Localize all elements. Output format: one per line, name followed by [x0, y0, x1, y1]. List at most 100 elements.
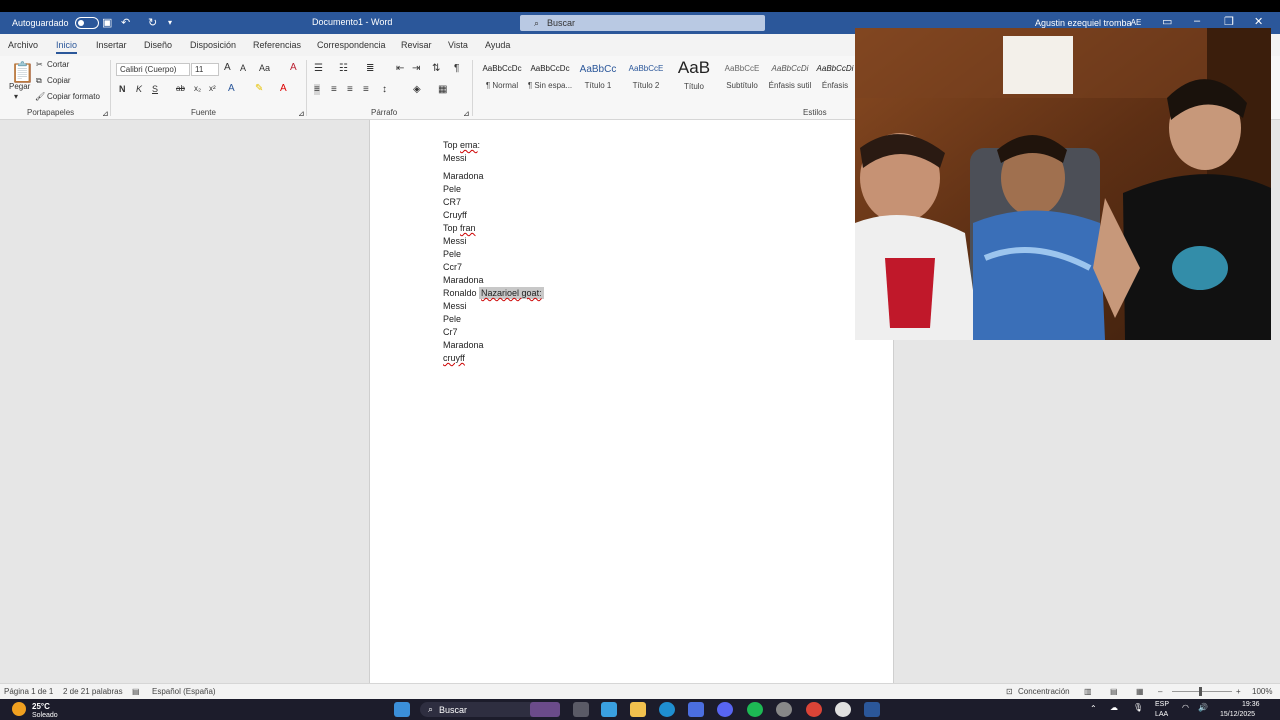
font-color-icon[interactable]: A — [280, 83, 287, 94]
weather-temp[interactable]: 25°C — [32, 702, 50, 711]
show-marks-icon[interactable]: ¶ — [454, 63, 459, 74]
document-line[interactable]: Messi — [443, 301, 467, 311]
document-line[interactable]: Messi — [443, 236, 467, 246]
paste-button[interactable]: Pegar — [9, 82, 30, 91]
shrink-font-icon[interactable]: A — [240, 63, 246, 73]
font-family-select[interactable]: Calibri (Cuerpo) — [116, 63, 190, 76]
style-heading-1[interactable]: AaBbCc Título 1 — [575, 64, 621, 96]
volume-icon[interactable]: 🔊 — [1198, 703, 1208, 712]
document-line[interactable]: Ccr7 — [443, 262, 462, 272]
redo-icon[interactable]: ↻ — [148, 16, 157, 29]
document-line[interactable]: Top ema: — [443, 140, 480, 150]
multilevel-list-icon[interactable]: ≣ — [366, 63, 374, 74]
misspelled-word[interactable]: fran — [460, 223, 476, 233]
paste-dropdown-icon[interactable]: ▾ — [14, 92, 18, 101]
document-line[interactable]: Top fran — [443, 223, 476, 233]
autosave[interactable]: Autoguardado — [12, 17, 99, 29]
document-line[interactable]: Maradona — [443, 275, 484, 285]
tab-vista[interactable]: Vista — [448, 40, 468, 50]
style-normal[interactable]: AaBbCcDc ¶ Normal — [479, 64, 525, 96]
user-name[interactable]: Agustin ezequiel tromba — [1035, 18, 1132, 28]
document-line[interactable]: Cruyff — [443, 210, 467, 220]
app-icon[interactable] — [776, 702, 792, 717]
ribbon-display-icon[interactable]: ▭ — [1162, 15, 1172, 28]
underline-button[interactable]: S — [152, 84, 158, 94]
tab-disposicion[interactable]: Disposición — [190, 40, 236, 50]
increase-indent-icon[interactable]: ⇥ — [412, 63, 420, 74]
misspelled-word[interactable]: ema — [460, 140, 478, 150]
align-center-icon[interactable]: ≡ — [331, 84, 337, 95]
quick-access-more-icon[interactable]: ▾ — [168, 18, 172, 27]
cut-icon[interactable]: ✂ — [36, 60, 43, 69]
superscript-icon[interactable]: x² — [209, 84, 216, 93]
word-icon[interactable] — [864, 702, 880, 717]
misspelled-word[interactable]: cruyff — [443, 353, 465, 363]
discord-icon[interactable] — [717, 702, 733, 717]
document-line[interactable]: CR7 — [443, 197, 461, 207]
style-no-spacing[interactable]: AaBbCcDc ¶ Sin espa... — [527, 64, 573, 96]
selected-text[interactable]: Nazarioel goat: — [479, 287, 544, 299]
clear-format-icon[interactable]: A — [290, 62, 297, 73]
chevron-up-icon[interactable]: ⌃ — [1090, 704, 1097, 713]
wifi-icon[interactable]: ◠ — [1182, 703, 1189, 712]
word-count[interactable]: 2 de 21 palabras — [63, 687, 123, 696]
tab-correspondencia[interactable]: Correspondencia — [317, 40, 386, 50]
input-language-bottom[interactable]: LAA — [1155, 711, 1168, 718]
zoom-out-icon[interactable]: – — [1158, 687, 1162, 696]
save-icon[interactable]: ▣ — [102, 16, 112, 29]
document-line[interactable]: Messi — [443, 153, 467, 163]
align-right-icon[interactable]: ≡ — [347, 84, 353, 95]
read-mode-icon[interactable]: ▥ — [1084, 687, 1092, 696]
document-line[interactable]: Ronaldo Nazarioel goat: — [443, 287, 544, 299]
font-launcher-icon[interactable]: ⊿ — [298, 109, 305, 118]
document-line[interactable]: Pele — [443, 314, 461, 324]
style-subtle-emphasis[interactable]: AaBbCcDi Énfasis sutil — [767, 64, 813, 96]
close-icon[interactable]: ✕ — [1254, 15, 1263, 28]
edge-icon[interactable] — [659, 702, 675, 717]
document-line[interactable]: Maradona — [443, 340, 484, 350]
bullets-icon[interactable]: ☰ — [314, 63, 323, 74]
justify-icon[interactable]: ≡ — [363, 84, 369, 95]
zoom-slider[interactable] — [1172, 691, 1232, 692]
copy-icon[interactable]: ⧉ — [36, 76, 42, 86]
tab-inicio[interactable]: Inicio — [56, 40, 78, 54]
borders-icon[interactable]: ▦ — [438, 84, 447, 95]
zoom-level[interactable]: 100% — [1252, 687, 1272, 696]
chatgpt-icon[interactable] — [835, 702, 851, 717]
search-box[interactable]: ⌕ Buscar — [520, 15, 765, 31]
decrease-indent-icon[interactable]: ⇤ — [396, 63, 404, 74]
input-language-top[interactable]: ESP — [1155, 701, 1169, 708]
tab-ayuda[interactable]: Ayuda — [485, 40, 510, 50]
align-left-icon[interactable]: ≡ — [314, 84, 320, 95]
shading-icon[interactable]: ◈ — [413, 84, 421, 95]
format-painter-button[interactable]: Copiar formato — [47, 92, 100, 101]
change-case-icon[interactable]: Aa — [259, 63, 270, 73]
autosave-toggle[interactable] — [74, 17, 99, 29]
sort-icon[interactable]: ⇅ — [432, 63, 440, 74]
tab-referencias[interactable]: Referencias — [253, 40, 301, 50]
weather-icon[interactable] — [12, 702, 26, 716]
paragraph-launcher-icon[interactable]: ⊿ — [463, 109, 470, 118]
focus-mode[interactable]: Concentración — [1018, 687, 1070, 696]
font-size-select[interactable]: 11 — [191, 63, 219, 76]
zoom-in-icon[interactable]: + — [1236, 687, 1241, 696]
task-view-icon[interactable] — [573, 702, 589, 717]
line-spacing-icon[interactable]: ↕ — [382, 84, 387, 95]
proofing-icon[interactable]: ▤ — [132, 687, 140, 696]
copy-button[interactable]: Copiar — [47, 76, 71, 85]
style-heading-2[interactable]: AaBbCcE Título 2 — [623, 64, 669, 96]
spotify-icon[interactable] — [747, 702, 763, 717]
highlight-color-icon[interactable]: ✎ — [255, 83, 263, 94]
chrome-icon[interactable] — [806, 702, 822, 717]
tab-revisar[interactable]: Revisar — [401, 40, 432, 50]
grow-font-icon[interactable]: A — [224, 62, 231, 73]
bold-button[interactable]: N — [119, 84, 126, 94]
minimize-icon[interactable]: – — [1194, 15, 1200, 27]
numbering-icon[interactable]: ☷ — [339, 63, 348, 74]
onedrive-icon[interactable]: ☁ — [1110, 703, 1118, 712]
style-title[interactable]: AaB Título — [671, 58, 717, 91]
document-line[interactable]: cruyff — [443, 353, 465, 363]
focus-icon[interactable]: ⊡ — [1006, 687, 1013, 696]
file-explorer-icon[interactable] — [630, 702, 646, 717]
style-subtitle[interactable]: AaBbCcE Subtítulo — [719, 64, 765, 96]
